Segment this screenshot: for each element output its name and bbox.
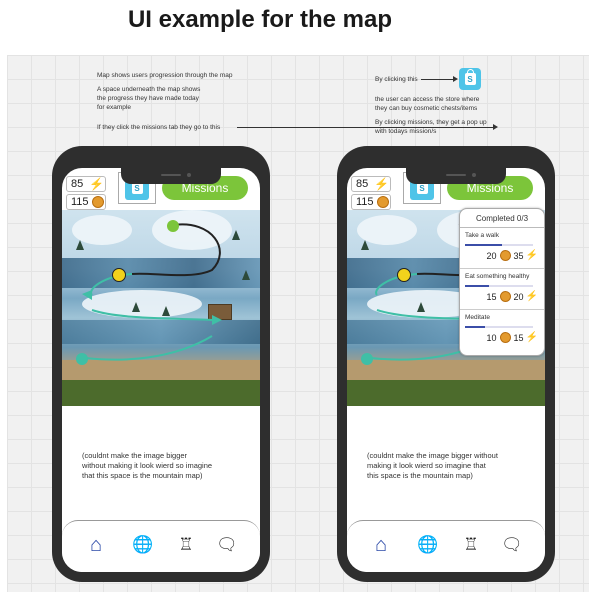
profile-icon[interactable]: ♖ (176, 535, 196, 555)
store-icon: S (459, 68, 481, 90)
mission-reward: 20 35 ⚡ (487, 250, 538, 261)
missions-completed-header: Completed 0/3 (460, 209, 544, 228)
reward-coins: 10 (486, 332, 497, 343)
mission-progress-fill (465, 244, 503, 246)
bottom-nav: ⌂ 🌐 ♖ 🗨 (62, 520, 260, 572)
player-marker[interactable] (397, 268, 411, 282)
lightning-icon: ⚡ (525, 332, 538, 343)
note-store-click: By clicking this (375, 76, 418, 83)
mission-reward: 10 15 ⚡ (487, 332, 538, 343)
start-checkpoint-marker[interactable] (361, 353, 373, 365)
chat-icon[interactable]: 🗨 (216, 535, 238, 555)
home-icon[interactable]: ⌂ (86, 535, 106, 555)
page-title: UI example for the map (127, 6, 393, 33)
lightning-icon: ⚡ (525, 291, 538, 302)
missions-popup: Completed 0/3 Take a walk 20 35 ⚡ Eat some… (459, 208, 545, 356)
next-checkpoint-marker[interactable] (167, 220, 179, 232)
phone-screen: 85 ⚡ 115 S Missions Completed 0/3 Take a… (347, 168, 545, 572)
arrow-head (493, 124, 498, 130)
lightning-icon: ⚡ (89, 177, 105, 191)
progress-path (82, 223, 222, 361)
mission-progress-fill (465, 285, 489, 287)
reward-energy: 15 (513, 332, 524, 343)
reward-energy: 20 (513, 291, 524, 302)
mission-item[interactable]: Meditate 10 15 ⚡ (460, 310, 544, 350)
mission-progress-bar (465, 285, 533, 287)
globe-icon[interactable]: 🌐 (132, 535, 153, 555)
phone-screen: 85 ⚡ 115 S Missions (couldnt make the im… (62, 168, 260, 572)
phone-notch (406, 168, 506, 184)
coin-counter: 115 (66, 194, 106, 210)
map-caption: (couldnt make the image bigger without m… (82, 451, 213, 480)
phone-mockup-missions: 85 ⚡ 115 S Missions Completed 0/3 Take a… (337, 146, 555, 582)
phone-mockup-map: 85 ⚡ 115 S Missions (couldnt make the im… (52, 146, 270, 582)
lightning-icon: ⚡ (374, 177, 390, 191)
coin-icon (499, 250, 511, 261)
map-caption: (couldnt make the image bigger without m… (367, 451, 498, 480)
energy-value: 85 (356, 178, 369, 190)
reward-energy: 35 (513, 250, 524, 261)
note-missions-tab: If they click the missions tab they go t… (97, 124, 221, 131)
coin-icon (499, 332, 511, 343)
profile-icon[interactable]: ♖ (461, 535, 481, 555)
reward-coins: 15 (486, 291, 497, 302)
mission-progress-bar (465, 244, 533, 246)
globe-icon[interactable]: 🌐 (417, 535, 438, 555)
shopping-bag-icon: S (464, 69, 476, 85)
lightning-icon: ⚡ (525, 250, 538, 261)
note-store-desc: the user can access the store where they… (375, 96, 480, 112)
energy-counter: 85 ⚡ (351, 176, 391, 192)
phone-notch (121, 168, 221, 184)
energy-counter: 85 ⚡ (66, 176, 106, 192)
mission-progress-bar (465, 326, 533, 328)
energy-value: 85 (71, 178, 84, 190)
note-map-progression: Map shows users progression through the … (97, 72, 233, 79)
mission-item[interactable]: Take a walk 20 35 ⚡ (460, 228, 544, 269)
coin-icon (376, 196, 389, 208)
mission-item[interactable]: Eat something healthy 15 20 ⚡ (460, 269, 544, 310)
mission-progress-fill (465, 326, 486, 328)
coin-icon (91, 196, 104, 208)
start-checkpoint-marker[interactable] (76, 353, 88, 365)
mountain-map[interactable] (62, 210, 260, 406)
coin-counter: 115 (351, 194, 391, 210)
mission-name: Meditate (465, 314, 490, 321)
coin-icon (499, 291, 511, 302)
coin-value: 115 (356, 196, 374, 208)
note-space-underneath: A space underneath the map shows the pro… (97, 86, 201, 111)
player-marker[interactable] (112, 268, 126, 282)
note-missions-popup: By clicking missions, they get a pop up … (375, 119, 487, 135)
chat-icon[interactable]: 🗨 (501, 535, 523, 555)
bottom-nav: ⌂ 🌐 ♖ 🗨 (347, 520, 545, 572)
coin-value: 115 (71, 196, 89, 208)
mission-name: Eat something healthy (465, 273, 530, 280)
mission-reward: 15 20 ⚡ (487, 291, 538, 302)
home-icon[interactable]: ⌂ (371, 535, 391, 555)
mission-name: Take a walk (465, 232, 499, 239)
arrow-head (453, 76, 458, 82)
arrow-line (421, 79, 455, 80)
reward-coins: 20 (486, 250, 497, 261)
